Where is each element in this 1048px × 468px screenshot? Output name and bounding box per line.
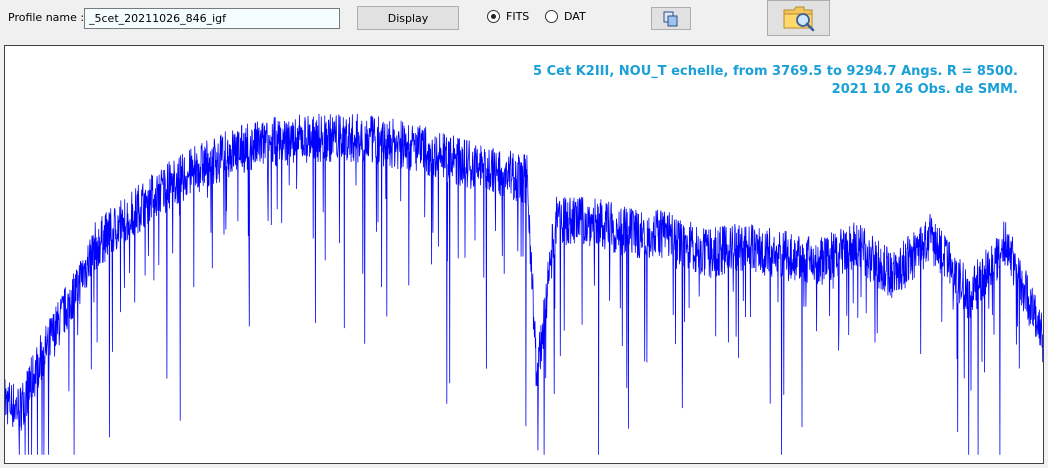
profile-name-label: Profile name : bbox=[8, 11, 85, 24]
spectrum-chart bbox=[5, 113, 1043, 455]
caption-line-1: 5 Cet K2III, NOU_T echelle, from 3769.5 … bbox=[533, 64, 1018, 79]
open-folder-button[interactable] bbox=[767, 0, 830, 36]
spectrum-line bbox=[5, 113, 1043, 455]
plot-caption: 5 Cet K2III, NOU_T echelle, from 3769.5 … bbox=[533, 63, 1018, 99]
dat-radio-indicator[interactable] bbox=[545, 10, 558, 23]
fits-radio-label: FITS bbox=[506, 10, 530, 23]
display-button[interactable]: Display bbox=[357, 6, 459, 30]
folder-search-icon bbox=[783, 6, 814, 32]
caption-line-2: 2021 10 26 Obs. de SMM. bbox=[831, 82, 1018, 97]
dat-radio-label: DAT bbox=[564, 10, 586, 23]
copy-icon bbox=[663, 11, 678, 26]
spectrum-viewer-window: Profile name : Display FITS DAT bbox=[0, 0, 1048, 468]
spectrum-plot: 5 Cet K2III, NOU_T echelle, from 3769.5 … bbox=[4, 45, 1044, 464]
copy-button[interactable] bbox=[651, 7, 691, 30]
fits-radio-indicator[interactable] bbox=[487, 10, 500, 23]
toolbar: Profile name : Display FITS DAT bbox=[0, 0, 1048, 42]
profile-name-input[interactable] bbox=[84, 8, 340, 29]
dat-radio[interactable]: DAT bbox=[545, 10, 586, 23]
fits-radio[interactable]: FITS bbox=[487, 10, 529, 23]
